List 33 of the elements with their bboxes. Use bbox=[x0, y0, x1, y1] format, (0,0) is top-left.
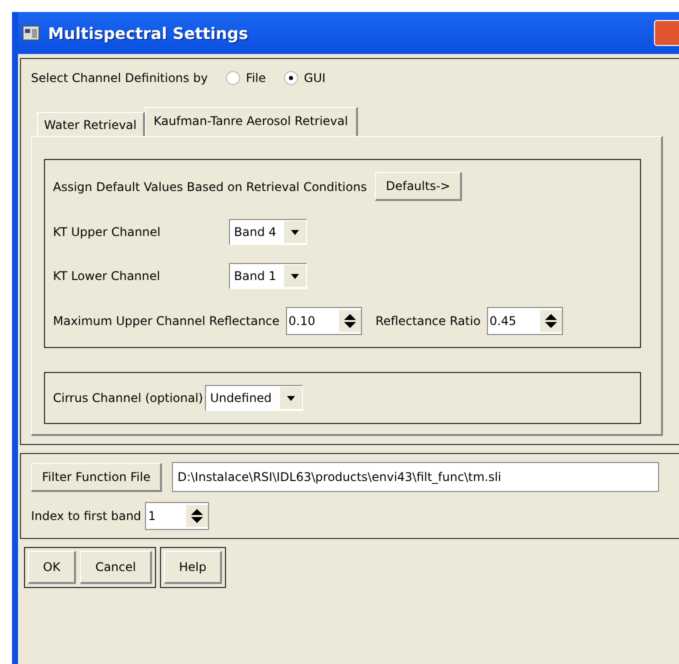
window-title: Multispectral Settings bbox=[48, 24, 248, 42]
spin-field[interactable]: 1 bbox=[145, 502, 210, 530]
defaults-button[interactable]: Defaults-> bbox=[374, 172, 462, 201]
index-label: Index to first band bbox=[31, 509, 142, 523]
spinner-icon bbox=[338, 310, 361, 332]
dropdown[interactable]: Undefined bbox=[205, 385, 303, 411]
radio-option[interactable]: File bbox=[226, 71, 266, 85]
dialog-button[interactable]: Cancel bbox=[80, 551, 152, 584]
cirrus-label: Cirrus Channel (optional) bbox=[53, 391, 204, 405]
caret-icon bbox=[284, 221, 306, 243]
spin-field[interactable]: 0.45 bbox=[486, 307, 563, 335]
channel-label: KT Upper Channel bbox=[53, 225, 162, 239]
tab[interactable]: Kaufman-Tanre Aerosol Retrieval bbox=[144, 107, 358, 136]
spinner-icon bbox=[540, 310, 562, 332]
defaults-label: Assign Default Values Based on Retrieval Conditions bbox=[53, 180, 367, 194]
dialog-button[interactable]: Help bbox=[164, 551, 222, 584]
spinner-icon bbox=[186, 505, 208, 527]
close-button[interactable] bbox=[654, 20, 679, 46]
caret-icon bbox=[284, 265, 306, 287]
channel-definitions-label: Select Channel Definitions by bbox=[31, 71, 208, 85]
dropdown[interactable]: Band 4 bbox=[229, 219, 308, 245]
radio-option[interactable]: GUI bbox=[284, 71, 326, 85]
filter-function-button[interactable]: Filter Function File bbox=[31, 462, 162, 492]
path-field[interactable]: D:\Instalace\RSI\IDL63\products\envi43\filt_func\tm.sli bbox=[172, 462, 659, 492]
channel-label: KT Lower Channel bbox=[53, 269, 162, 283]
spin-field[interactable]: 0.10 bbox=[286, 307, 362, 335]
dialog-button[interactable]: OK bbox=[28, 551, 76, 584]
tab[interactable]: Water Retrieval bbox=[37, 112, 145, 136]
dropdown[interactable]: Band 1 bbox=[229, 263, 308, 289]
caret-icon bbox=[280, 387, 302, 409]
reflectance-label: Maximum Upper Channel Reflectance bbox=[53, 314, 280, 328]
reflectance-label: Reflectance Ratio bbox=[376, 314, 481, 328]
app-icon bbox=[22, 25, 40, 41]
